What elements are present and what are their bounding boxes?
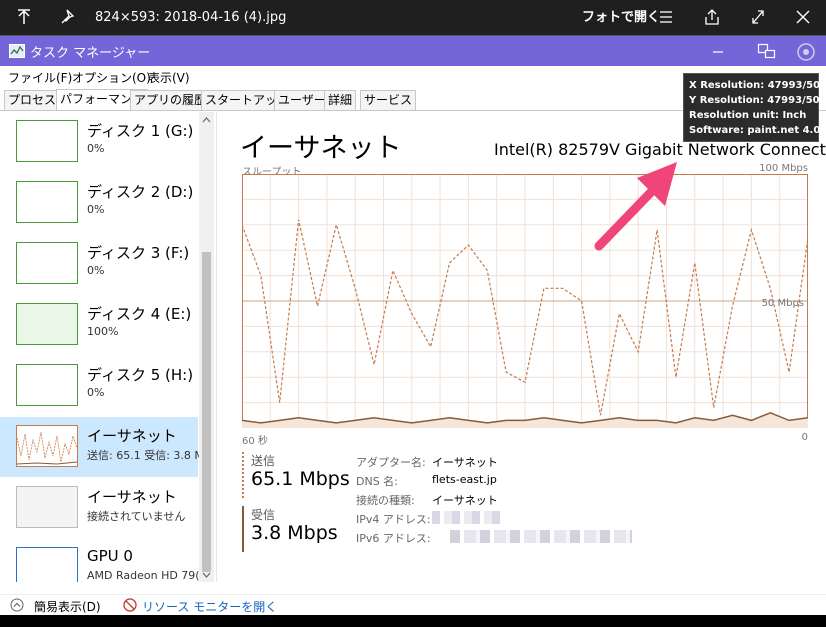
graph-time-left: 60 秒 (242, 436, 268, 447)
sidebar-item-label: ディスク 4 (E:) (87, 305, 192, 323)
sidebar-item-value: 100% (87, 325, 119, 338)
ethernet-thumbnail (16, 425, 78, 467)
pointer-arrow-icon (594, 162, 677, 251)
sidebar-item-disk-1[interactable]: ディスク 1 (G:) 0% (0, 112, 198, 172)
chevron-up-icon[interactable] (10, 598, 24, 615)
recv-value: 3.8 Mbps (251, 522, 338, 544)
sidebar-item-value: 送信: 65.1 受信: 3.8 M (87, 449, 204, 462)
task-manager-icon (9, 43, 25, 62)
sidebar-item-label: イーサネット (87, 427, 177, 445)
exif-tooltip: X Resolution: 47993/500 Y Resolution: 47… (683, 73, 826, 142)
photo-viewer-bar: 824×593: 2018-04-16 (4).jpg フォトで開く (0, 0, 826, 35)
send-value: 65.1 Mbps (251, 468, 350, 490)
minimize-icon[interactable] (711, 44, 725, 63)
restore-icon[interactable] (757, 42, 777, 64)
info-label: DNS 名: (356, 475, 398, 488)
sidebar-item-ethernet[interactable]: イーサネット 送信: 65.1 受信: 3.8 M (0, 417, 204, 477)
sidebar-item-disk-5[interactable]: ディスク 5 (H:) 0% (0, 356, 198, 416)
footer-bar: 簡易表示(D) リソース モニターを開く (0, 594, 826, 615)
info-value: イーサネット (432, 494, 498, 507)
resource-monitor-link[interactable]: リソース モニターを開く (142, 598, 277, 615)
tab-details[interactable]: 詳細 (324, 90, 357, 110)
sidebar-item-ethernet-2[interactable]: イーサネット 接続されていません (0, 478, 198, 538)
sidebar-item-gpu-0[interactable]: GPU 0 AMD Radeon HD 79( (0, 539, 200, 582)
sidebar-item-label: GPU 0 (87, 547, 133, 565)
sidebar-item-value: 0% (87, 264, 105, 277)
disk-thumbnail (16, 181, 78, 223)
open-with-photos-button[interactable]: フォトで開く (582, 0, 660, 35)
ethernet-detail-panel: イーサネット Intel(R) 82579V Gigabit Network C… (220, 112, 826, 582)
graph-time-right: 0 (801, 432, 808, 443)
sidebar-item-value: 0% (87, 142, 105, 155)
sidebar-item-value: 0% (87, 203, 105, 216)
graph-max-label: 100 Mbps (759, 163, 808, 174)
simple-view-button[interactable]: 簡易表示(D) (34, 598, 101, 615)
back-icon[interactable] (14, 0, 34, 35)
graph-mid-label: 50 Mbps (761, 298, 804, 309)
pin-icon[interactable] (58, 0, 78, 35)
sidebar-item-value: AMD Radeon HD 79( (87, 569, 200, 582)
send-legend-line (242, 452, 246, 498)
fullscreen-icon[interactable] (748, 0, 768, 35)
recv-legend-line (242, 506, 244, 552)
sidebar-item-disk-4[interactable]: ディスク 4 (E:) 100% (0, 295, 198, 355)
list-icon[interactable] (656, 0, 676, 35)
tooltip-line: Y Resolution: 47993/500 (689, 95, 826, 106)
sidebar-scrollbar[interactable] (199, 112, 214, 582)
menu-file[interactable]: ファイル(F) (8, 69, 72, 86)
tooltip-line: Software: paint.net 4.0.21 (689, 125, 826, 136)
recv-label: 受信 (251, 508, 276, 522)
throughput-graph (242, 174, 808, 428)
share-icon[interactable] (702, 0, 722, 35)
sidebar-item-value: 接続されていません (87, 510, 186, 523)
info-label: IPv4 アドレス: (356, 513, 431, 526)
tooltip-line: Resolution unit: Inch (689, 110, 807, 121)
window-title: タスク マネージャー (30, 46, 151, 61)
sidebar-item-value: 0% (87, 386, 105, 399)
ipv4-address-redacted (432, 511, 504, 524)
ethernet-thumbnail (16, 486, 78, 528)
info-label: 接続の種類: (356, 494, 415, 507)
gpu-thumbnail (16, 547, 78, 582)
page-title: イーサネット (240, 133, 402, 164)
tab-users[interactable]: ユーザー (274, 90, 330, 110)
help-icon[interactable] (795, 42, 817, 66)
info-label: IPv6 アドレス: (356, 532, 431, 545)
info-value: flets-east.jp (432, 473, 497, 486)
resource-monitor-icon (123, 598, 137, 615)
send-label: 送信 (251, 454, 276, 468)
viewer-filename: 824×593: 2018-04-16 (4).jpg (95, 10, 287, 25)
menu-options[interactable]: オプション(O) (72, 69, 151, 86)
sidebar-item-label: ディスク 5 (H:) (87, 366, 194, 384)
tooltip-line: X Resolution: 47993/500 (689, 80, 826, 91)
disk-thumbnail (16, 364, 78, 406)
performance-sidebar: ディスク 1 (G:) 0% ディスク 2 (D:) 0% ディスク 3 (F:… (0, 112, 217, 582)
ipv6-address-redacted (450, 530, 632, 543)
info-value: イーサネット (432, 456, 498, 469)
tab-processes[interactable]: プロセス (4, 90, 61, 110)
tab-services[interactable]: サービス (360, 90, 417, 110)
info-label: アダプター名: (356, 456, 426, 469)
menu-view[interactable]: 表示(V) (148, 69, 190, 86)
sidebar-item-disk-3[interactable]: ディスク 3 (F:) 0% (0, 234, 198, 294)
disk-thumbnail (16, 242, 78, 284)
window-title-bar: タスク マネージャー (0, 36, 826, 66)
tab-app-history[interactable]: アプリの履歴 (130, 90, 211, 110)
disk-thumbnail (16, 303, 78, 345)
sidebar-item-label: イーサネット (87, 488, 177, 506)
sidebar-item-disk-2[interactable]: ディスク 2 (D:) 0% (0, 173, 198, 233)
sidebar-item-label: ディスク 2 (D:) (87, 183, 194, 201)
close-icon[interactable] (793, 0, 813, 35)
disk-thumbnail (16, 120, 78, 162)
sidebar-item-label: ディスク 1 (G:) (87, 122, 194, 140)
sidebar-item-label: ディスク 3 (F:) (87, 244, 190, 262)
